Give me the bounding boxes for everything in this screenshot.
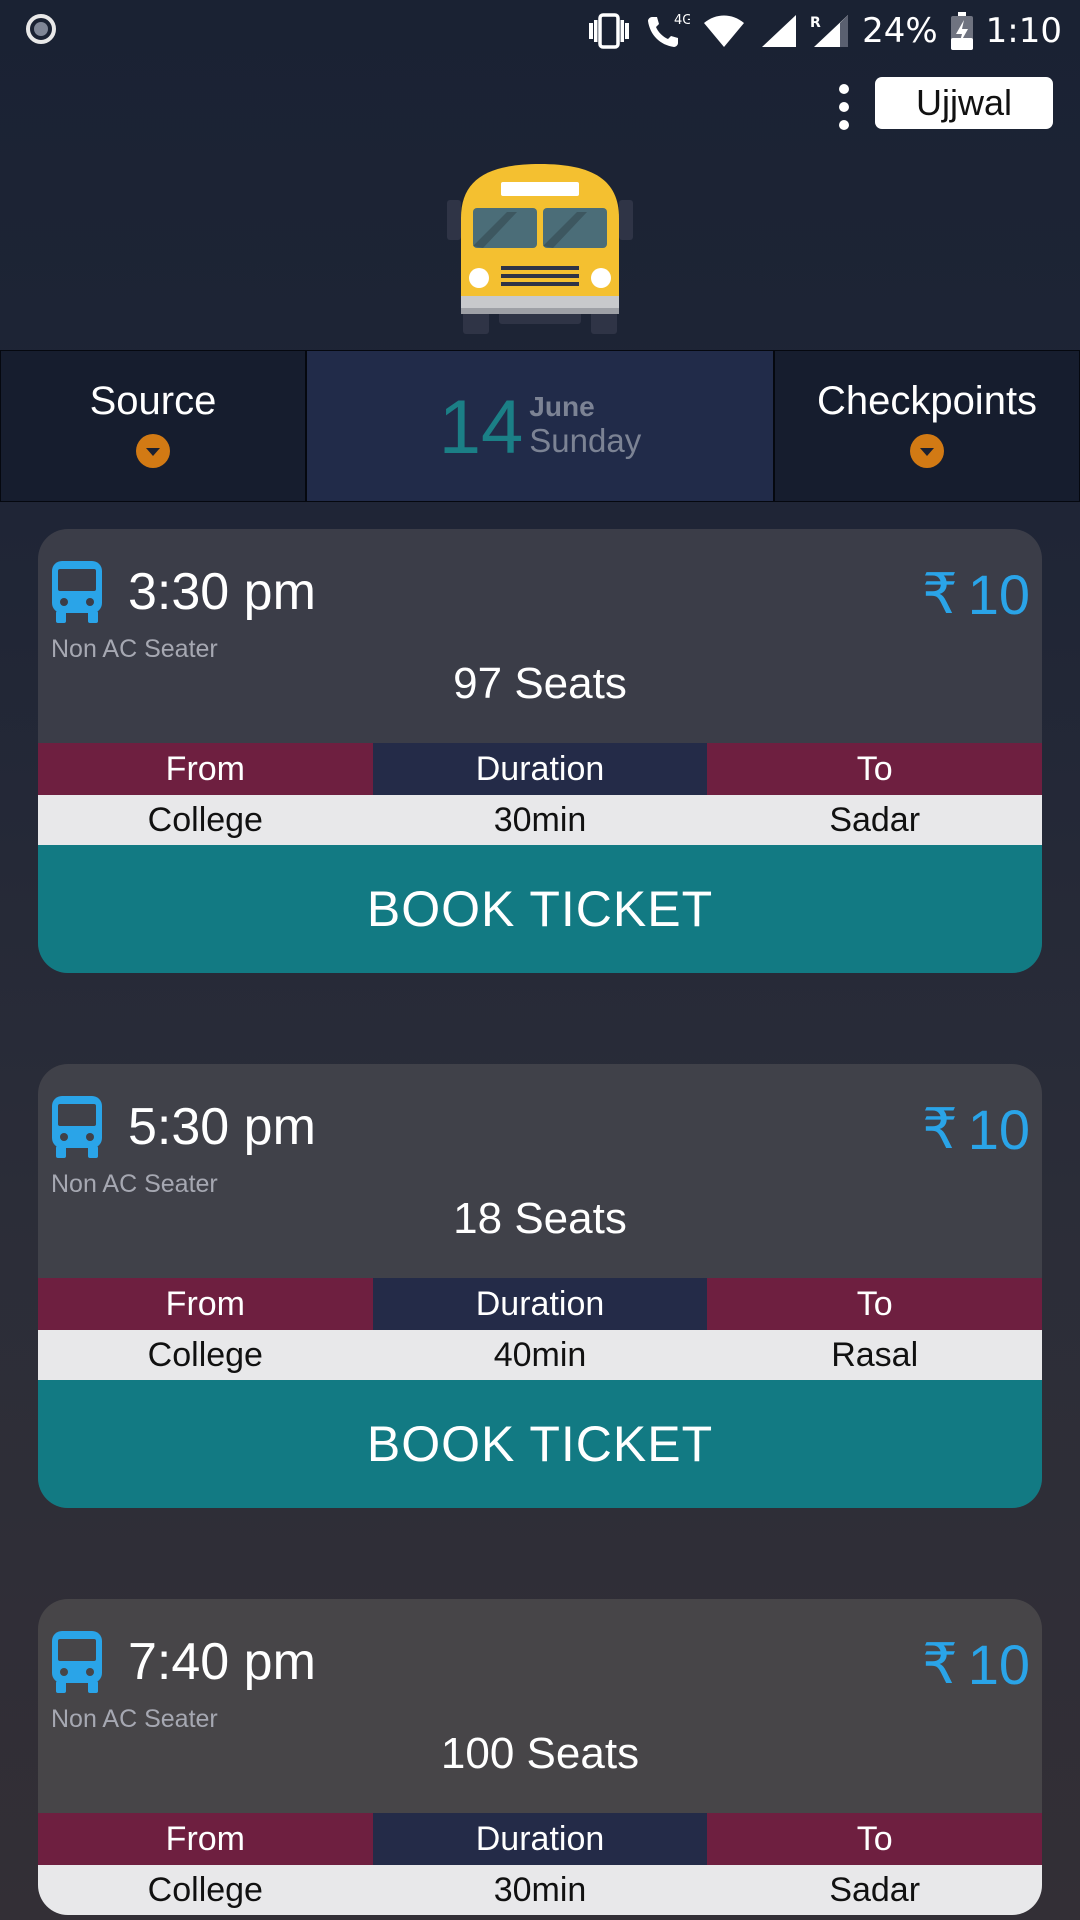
wifi-icon	[704, 15, 745, 47]
to-value: Rasal	[831, 1335, 919, 1374]
svg-text:R: R	[810, 15, 821, 31]
duration-header: Duration	[372, 743, 708, 795]
rupee-icon: ₹	[922, 1097, 958, 1162]
departure-time: 3:30 pm	[128, 563, 316, 621]
duration-header: Duration	[372, 1278, 708, 1330]
to-header: To	[707, 743, 1042, 795]
status-icons: 4G R 24% 1:10	[586, 8, 1062, 54]
battery-percent: 24%	[862, 11, 938, 51]
trip-card: 5:30 pm Non AC Seater ₹ 10 18 Seats From…	[38, 1064, 1042, 1508]
to-value: Sadar	[829, 800, 921, 839]
roaming-signal-icon: R	[810, 15, 849, 47]
route-header: From Duration To	[38, 1813, 1042, 1865]
departure-time: 7:40 pm	[128, 1633, 316, 1691]
svg-text:4G: 4G	[674, 13, 690, 28]
status-time: 1:10	[985, 11, 1062, 51]
date-weekday: Sunday	[529, 422, 642, 460]
book-ticket-button[interactable]: BOOK TICKET	[38, 845, 1042, 973]
from-value: College	[147, 800, 263, 839]
battery-charging-icon	[950, 12, 973, 50]
source-dropdown-icon	[136, 433, 170, 468]
to-header: To	[707, 1813, 1042, 1865]
user-name-button[interactable]: Ujjwal	[875, 77, 1053, 129]
status-bar: 4G R 24% 1:10	[0, 0, 1080, 62]
date-month: June	[529, 390, 595, 422]
from-header: From	[38, 743, 373, 795]
duration-value: 40min	[493, 1335, 587, 1374]
route-header: From Duration To	[38, 1278, 1042, 1330]
vibrate-icon	[589, 13, 630, 49]
route-values: College 30min Sadar	[38, 795, 1042, 845]
checkpoints-dropdown-icon	[910, 433, 944, 468]
from-header: From	[38, 1813, 373, 1865]
price-value: 10	[967, 1633, 1030, 1696]
source-selector[interactable]: Source	[0, 350, 306, 502]
from-value: College	[147, 1335, 263, 1374]
trip-filter-bar: Source 14 June Sunday Checkpoints	[0, 350, 1080, 502]
price-value: 10	[967, 1098, 1030, 1161]
call-icon: 4G	[648, 13, 690, 47]
book-ticket-button[interactable]: BOOK TICKET	[38, 1380, 1042, 1508]
bus-icon	[52, 561, 102, 623]
ticket-price: ₹ 10	[922, 561, 1030, 628]
bus-icon	[52, 1631, 102, 1693]
route-header: From Duration To	[38, 743, 1042, 795]
rupee-icon: ₹	[922, 562, 958, 627]
trip-card: 3:30 pm Non AC Seater ₹ 10 97 Seats From…	[38, 529, 1042, 973]
duration-value: 30min	[493, 1870, 587, 1909]
to-header: To	[707, 1278, 1042, 1330]
available-seats: 100 Seats	[440, 1729, 640, 1778]
price-value: 10	[967, 563, 1030, 626]
date-day: 14	[438, 385, 524, 470]
duration-header: Duration	[372, 1813, 708, 1865]
screen-record-icon	[26, 14, 56, 44]
checkpoints-selector[interactable]: Checkpoints	[774, 350, 1080, 502]
bus-icon	[52, 1096, 102, 1158]
available-seats: 97 Seats	[453, 659, 627, 708]
duration-value: 30min	[493, 800, 587, 839]
from-value: College	[147, 1870, 263, 1909]
rupee-icon: ₹	[922, 1632, 958, 1697]
available-seats: 18 Seats	[453, 1194, 627, 1243]
route-values: College 40min Rasal	[38, 1330, 1042, 1380]
date-selector[interactable]: 14 June Sunday	[306, 350, 774, 502]
from-header: From	[38, 1278, 373, 1330]
trip-card: 7:40 pm Non AC Seater ₹ 10 100 Seats Fro…	[38, 1599, 1042, 1915]
departure-time: 5:30 pm	[128, 1098, 316, 1156]
signal-icon	[762, 15, 797, 47]
ticket-price: ₹ 10	[922, 1631, 1030, 1698]
source-label: Source	[89, 378, 217, 423]
overflow-menu-icon[interactable]	[826, 84, 862, 130]
to-value: Sadar	[829, 1870, 921, 1909]
school-bus-illustration	[447, 164, 633, 334]
checkpoints-label: Checkpoints	[816, 378, 1038, 423]
ticket-price: ₹ 10	[922, 1096, 1030, 1163]
route-values: College 30min Sadar	[38, 1865, 1042, 1915]
